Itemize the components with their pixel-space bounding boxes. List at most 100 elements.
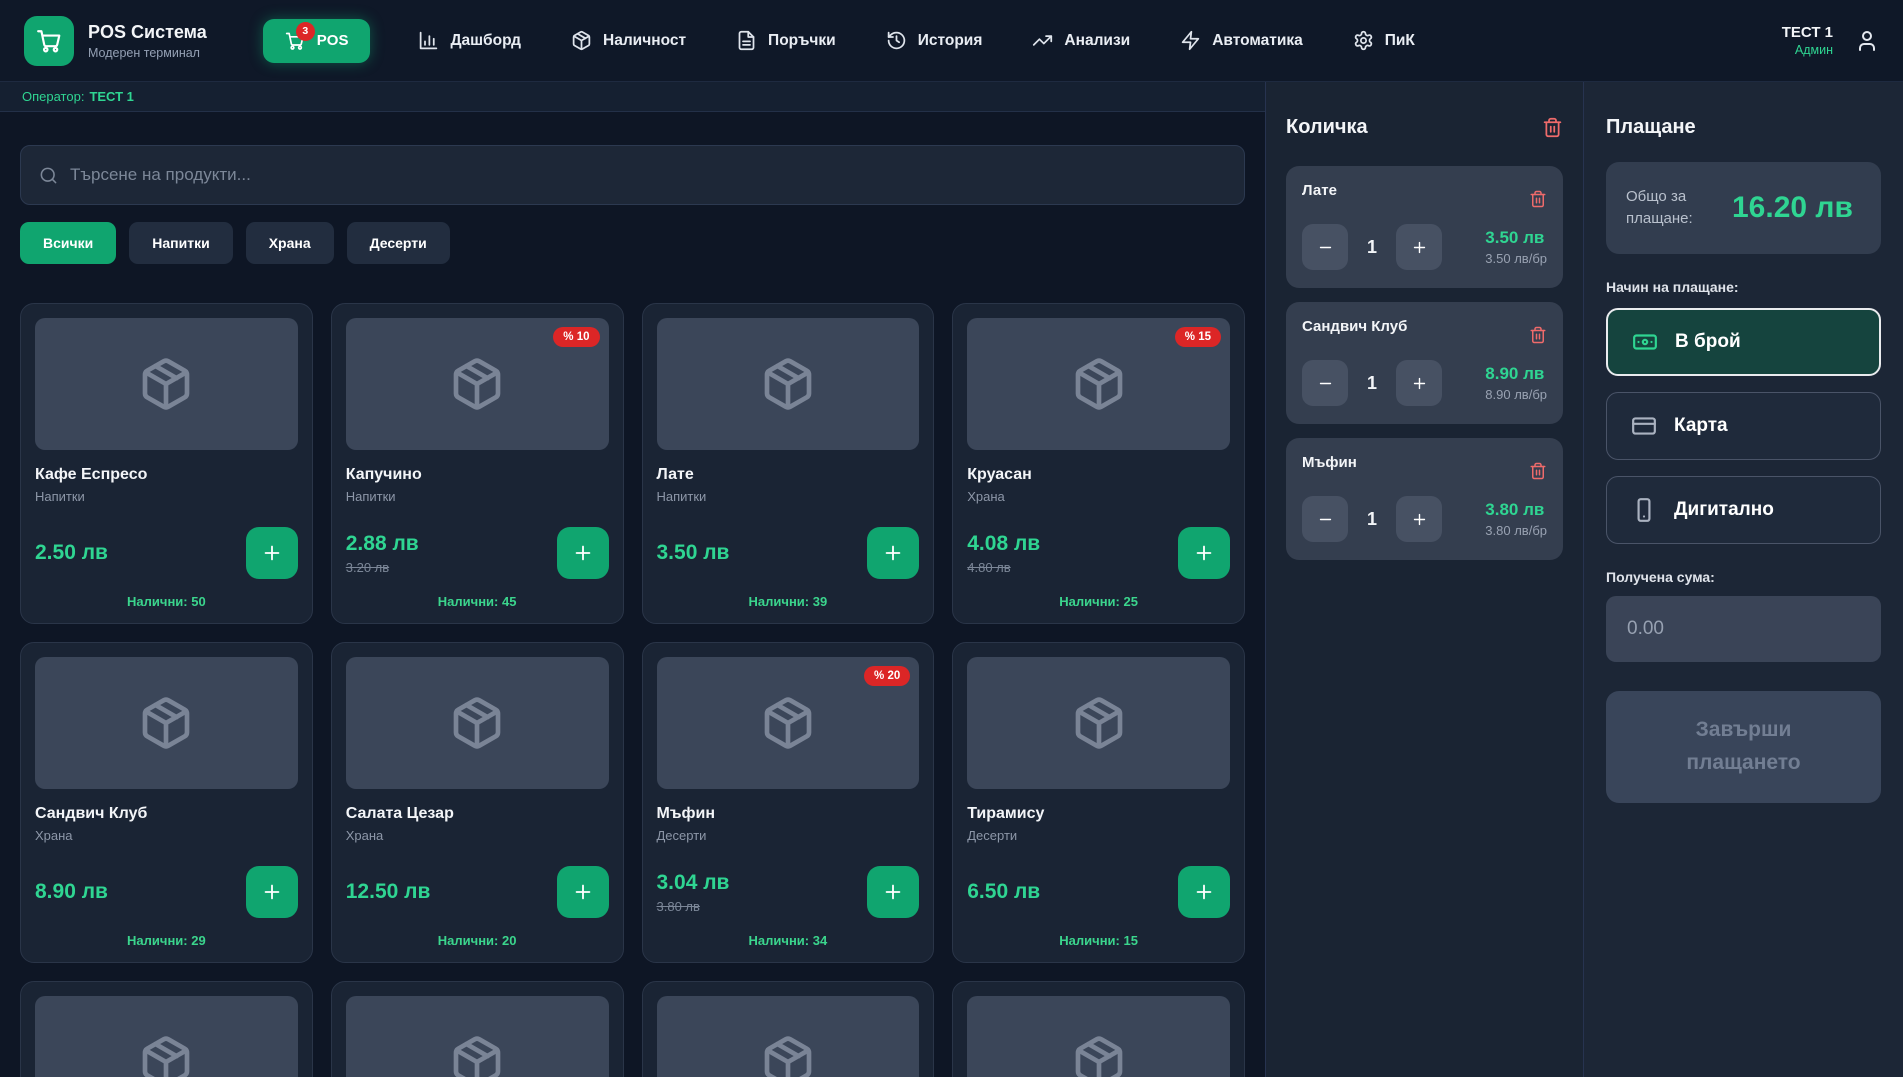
main-area: Оператор: ТЕСТ 1 Всички Напитки Храна Де… [0,82,1266,1077]
nav-item[interactable]: История [886,30,983,51]
nav-item[interactable]: Поръчки [736,30,836,51]
trending-up-icon [1032,30,1053,51]
payment-method-label: Начин на плащане: [1606,279,1881,295]
product-card[interactable] [952,981,1245,1077]
product-search [20,145,1245,205]
payment-method-label: В брой [1675,331,1741,353]
cart-item-total: 8.90 лв [1485,364,1547,384]
total-value: 16.20 лв [1732,188,1861,229]
discount-badge: % 15 [1175,327,1221,347]
plus-icon [572,542,594,564]
add-to-cart-button[interactable] [1178,527,1230,579]
product-stock: Налични: 20 [346,933,609,948]
add-to-cart-button[interactable] [867,866,919,918]
add-to-cart-button[interactable] [246,527,298,579]
product-name: Сандвич Клуб [35,805,298,823]
package-icon [760,1034,816,1077]
minus-icon [1317,375,1334,392]
product-card[interactable]: % 15 Круасан Храна 4.08 лв 4.80 лв Налич… [952,303,1245,624]
add-to-cart-button[interactable] [1178,866,1230,918]
clear-cart-button[interactable] [1542,117,1563,138]
product-old-price: 3.80 лв [657,899,730,914]
product-price: 2.88 лв [346,532,419,556]
add-to-cart-button[interactable] [557,527,609,579]
decrease-qty-button[interactable] [1302,360,1348,406]
discount-badge: % 20 [864,666,910,686]
filter-chip[interactable]: Напитки [129,222,232,264]
plus-icon [1411,239,1428,256]
payment-method-button[interactable]: В брой [1606,308,1881,376]
received-amount-input[interactable] [1606,596,1881,662]
payment-methods: В брой Карта Дигитално [1606,308,1881,544]
filter-chip[interactable]: Храна [246,222,334,264]
filter-chip-label: Всички [43,235,93,251]
product-card[interactable] [642,981,935,1077]
package-icon [760,356,816,412]
cart-item-unit-price: 3.50 лв/бр [1485,251,1547,266]
product-name: Круасан [967,466,1230,484]
history-icon [886,30,907,51]
product-card[interactable]: % 20 Мъфин Десерти 3.04 лв 3.80 лв Налич… [642,642,935,963]
product-price: 3.50 лв [657,541,730,565]
nav-item[interactable]: Анализи [1032,30,1130,51]
cart-item: Лате 1 3.50 лв 3.50 лв/бр [1286,166,1563,288]
package-icon [1071,1034,1127,1077]
nav-pos-button[interactable]: 3 POS [263,19,371,63]
cart-item-qty: 1 [1348,237,1396,258]
nav-item[interactable]: Наличност [571,30,686,51]
cart-title: Количка [1286,116,1368,139]
filter-chip[interactable]: Десерти [347,222,450,264]
user-role: Админ [1782,43,1833,57]
product-card[interactable]: Лате Напитки 3.50 лв Налични: 39 [642,303,935,624]
product-name: Тирамису [967,805,1230,823]
add-to-cart-button[interactable] [557,866,609,918]
product-image-placeholder: % 10 [346,318,609,450]
payment-method-button[interactable]: Дигитално [1606,476,1881,544]
product-card[interactable] [20,981,313,1077]
nav-item-label: Наличност [603,32,686,50]
nav-item[interactable]: ПиК [1353,30,1415,51]
nav-item[interactable]: Автоматика [1180,30,1303,51]
product-grid: Кафе Еспресо Напитки 2.50 лв Налични: 50… [20,303,1245,1077]
product-category: Напитки [35,489,298,504]
product-stock: Налични: 15 [967,933,1230,948]
add-to-cart-button[interactable] [867,527,919,579]
cart-item-unit-price: 8.90 лв/бр [1485,387,1547,402]
remove-item-button[interactable] [1529,452,1547,480]
cart-item-name: Мъфин [1302,452,1357,471]
cart-item-qty: 1 [1348,373,1396,394]
cart-item-total: 3.80 лв [1485,500,1547,520]
filter-chip[interactable]: Всички [20,222,116,264]
add-to-cart-button[interactable] [246,866,298,918]
cart-item-name: Лате [1302,180,1337,199]
package-icon [1071,356,1127,412]
payment-method-button[interactable]: Карта [1606,392,1881,460]
filter-chip-label: Напитки [152,235,209,251]
total-card: Общо за плащане: 16.20 лв [1606,162,1881,254]
nav-item-label: История [918,32,983,50]
product-stock: Налични: 50 [35,594,298,609]
product-stock: Налични: 39 [657,594,920,609]
increase-qty-button[interactable] [1396,224,1442,270]
complete-payment-button[interactable]: Завърши плащането [1606,691,1881,803]
trash-icon [1542,117,1563,138]
product-card[interactable]: Кафе Еспресо Напитки 2.50 лв Налични: 50 [20,303,313,624]
decrease-qty-button[interactable] [1302,224,1348,270]
search-input[interactable] [70,165,1226,185]
increase-qty-button[interactable] [1396,496,1442,542]
user-icon[interactable] [1855,29,1879,53]
product-card[interactable]: Сандвич Клуб Храна 8.90 лв Налични: 29 [20,642,313,963]
user-block: ТЕСТ 1 Админ [1782,24,1879,57]
remove-item-button[interactable] [1529,316,1547,344]
decrease-qty-button[interactable] [1302,496,1348,542]
product-card[interactable]: Тирамису Десерти 6.50 лв Налични: 15 [952,642,1245,963]
nav-item[interactable]: Дашборд [418,30,521,51]
remove-item-button[interactable] [1529,180,1547,208]
product-card[interactable]: Салата Цезар Храна 12.50 лв Налични: 20 [331,642,624,963]
plus-icon [882,542,904,564]
product-image-placeholder: % 20 [657,657,920,789]
product-card[interactable] [331,981,624,1077]
received-amount-label: Получена сума: [1606,569,1881,585]
increase-qty-button[interactable] [1396,360,1442,406]
product-card[interactable]: % 10 Капучино Напитки 2.88 лв 3.20 лв На… [331,303,624,624]
